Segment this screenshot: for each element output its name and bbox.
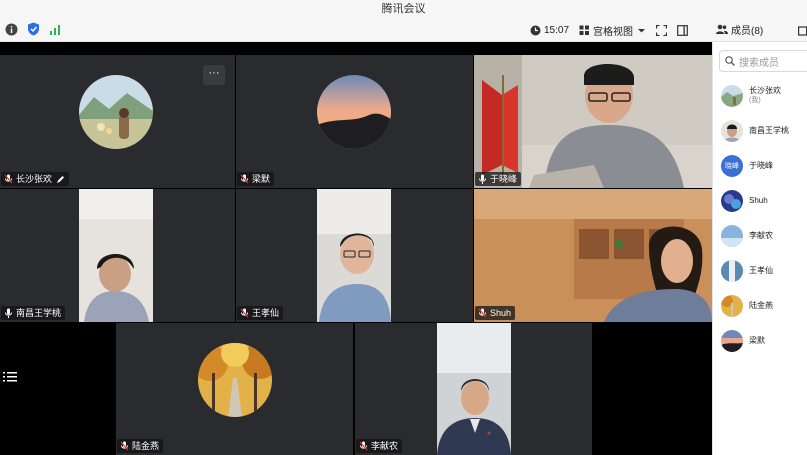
members-button[interactable]: 成员(8): [716, 22, 763, 37]
member-item[interactable]: 南昌王学桃: [721, 117, 807, 145]
avatar: [721, 330, 743, 352]
video-feed: [79, 189, 153, 322]
layout-toggle-button[interactable]: [677, 24, 688, 36]
mic-icon: [479, 174, 486, 184]
signal-icon[interactable]: [48, 22, 62, 36]
members-panel: 搜索成员 长沙张欢 (我) 南昌王学桃 晓峰 于晓峰 Shuh 李献农 王孝仙 陆…: [712, 42, 807, 455]
avatar: [79, 75, 153, 149]
name-tag: 陆金燕: [117, 439, 164, 453]
member-item[interactable]: 李献农: [721, 222, 807, 250]
clock-icon: [530, 25, 541, 35]
members-icon: [716, 24, 728, 34]
avatar: [721, 260, 743, 282]
video-tile[interactable]: 南昌王学桃: [0, 189, 235, 322]
mic-muted-icon: [240, 308, 249, 318]
search-input[interactable]: 搜索成员: [719, 50, 807, 72]
fullscreen-icon: [656, 24, 668, 36]
info-icon[interactable]: [4, 22, 18, 36]
more-button[interactable]: ···: [203, 65, 225, 85]
name-tag: 南昌王学桃: [1, 306, 66, 320]
chevron-down-icon: [638, 28, 646, 32]
video-tile[interactable]: Shuh: [474, 189, 712, 322]
chat-button[interactable]: [798, 24, 807, 42]
name-tag: 王孝仙: [237, 306, 284, 320]
members-header: 成员(8): [712, 18, 807, 42]
mic-icon: [5, 308, 12, 318]
search-icon: [725, 56, 735, 66]
member-item[interactable]: 晓峰 于晓峰: [721, 152, 807, 180]
shield-icon[interactable]: [26, 22, 40, 36]
toolbar: 15:07 宫格视图: [0, 18, 807, 42]
video-feed: [474, 55, 712, 188]
member-item[interactable]: 陆金燕: [721, 292, 807, 320]
fullscreen-button[interactable]: [656, 24, 668, 36]
pen-icon: [57, 175, 65, 183]
avatar: [721, 190, 743, 212]
mic-muted-icon: [478, 308, 487, 318]
list-icon: [3, 372, 17, 382]
name-tag: Shuh: [475, 306, 516, 320]
member-item[interactable]: 长沙张欢 (我): [721, 82, 807, 110]
name-tag: 梁默: [237, 172, 275, 186]
name-tag: 于晓峰: [475, 172, 522, 186]
video-feed: [437, 323, 511, 455]
avatar: [198, 343, 272, 417]
avatar: [721, 225, 743, 247]
mic-muted-icon: [120, 441, 129, 451]
window-title: 腾讯会议: [0, 0, 807, 18]
mic-muted-icon: [240, 174, 249, 184]
collapse-panel-button[interactable]: [3, 370, 19, 386]
member-item[interactable]: Shuh: [721, 187, 807, 215]
video-tile[interactable]: 李献农: [355, 323, 592, 455]
avatar: [317, 75, 391, 149]
video-tile-active-speaker[interactable]: 于晓峰: [474, 55, 712, 188]
avatar: [721, 120, 743, 142]
member-item[interactable]: 梁默: [721, 327, 807, 355]
grid-icon: [579, 25, 590, 35]
avatar: [721, 85, 743, 107]
name-tag: 李献农: [356, 439, 403, 453]
grid-view-button[interactable]: 宫格视图: [579, 23, 646, 38]
mic-muted-icon: [359, 441, 368, 451]
avatar: [721, 295, 743, 317]
meeting-time: 15:07: [530, 25, 569, 36]
mic-muted-icon: [4, 174, 13, 184]
video-tile[interactable]: 陆金燕: [116, 323, 353, 455]
video-tile[interactable]: ··· 长沙张欢: [0, 55, 235, 188]
avatar: 晓峰: [721, 155, 743, 177]
member-item[interactable]: 王孝仙: [721, 257, 807, 285]
name-tag: 长沙张欢: [1, 172, 70, 186]
video-tile[interactable]: 王孝仙: [236, 189, 473, 322]
video-tile[interactable]: 梁默: [236, 55, 473, 188]
video-feed: [317, 189, 391, 322]
chat-icon: [798, 26, 807, 36]
video-feed: [474, 189, 712, 322]
sidebar-layout-icon: [677, 24, 688, 36]
